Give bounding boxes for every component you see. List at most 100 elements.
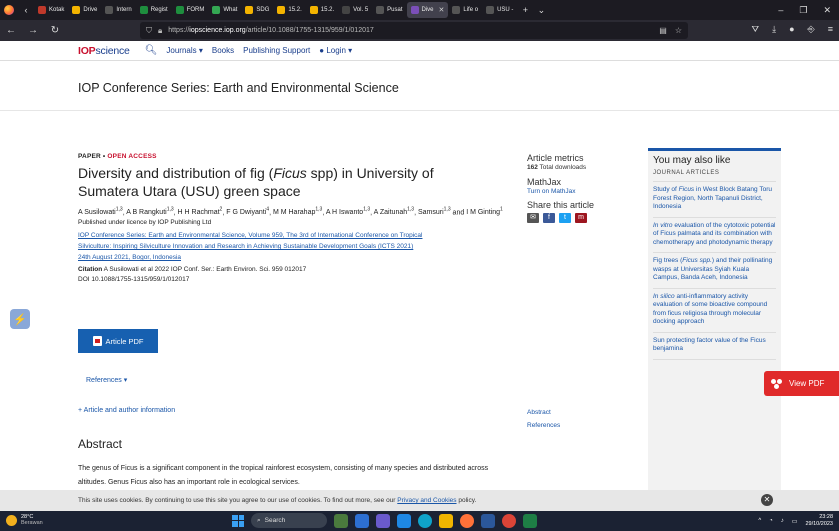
iopscience-logo[interactable]: IOPscience bbox=[78, 45, 130, 57]
minimize-icon[interactable]: – bbox=[778, 5, 783, 16]
bookmark-tool-icon[interactable]: ⚡ bbox=[10, 309, 30, 329]
tab-favicon-icon bbox=[38, 6, 46, 14]
facebook-icon[interactable]: f bbox=[543, 213, 555, 223]
nav-publishing-support[interactable]: Publishing Support bbox=[243, 46, 310, 55]
excel-icon[interactable] bbox=[523, 513, 537, 528]
chrome-icon[interactable] bbox=[502, 513, 516, 528]
article-info-toggle[interactable]: + Article and author information bbox=[78, 407, 175, 414]
pdf-icon bbox=[92, 336, 102, 346]
task-view-icon[interactable] bbox=[355, 513, 369, 528]
browser-tab[interactable]: What bbox=[208, 0, 241, 20]
author-name[interactable]: A Susilowati1,3 bbox=[78, 207, 123, 216]
cookie-close-icon[interactable]: ✕ bbox=[761, 494, 773, 506]
browser-tab[interactable]: 15.2. bbox=[306, 0, 338, 20]
store-icon[interactable] bbox=[397, 513, 411, 528]
new-tab-icon[interactable]: + bbox=[517, 5, 533, 15]
browser-tab[interactable]: 15.2. bbox=[273, 0, 305, 20]
author-name[interactable]: A H Iswanto1,3 bbox=[326, 207, 370, 216]
nav-books[interactable]: Books bbox=[212, 46, 234, 55]
tab-list-icon[interactable]: ‹ bbox=[18, 5, 34, 15]
cookie-text: This site uses cookies. By continuing to… bbox=[78, 497, 477, 504]
download-icon[interactable]: ⤓ bbox=[772, 24, 776, 35]
firefox-taskbar-icon[interactable] bbox=[460, 513, 474, 528]
extensions-icon[interactable]: ⎆ bbox=[808, 24, 815, 35]
pocket-icon[interactable]: ⛛ bbox=[752, 24, 760, 35]
back-icon[interactable]: ← bbox=[0, 25, 22, 36]
clock[interactable]: 23:28 29/10/2023 bbox=[805, 514, 833, 528]
nav-journals[interactable]: Journals ▾ bbox=[166, 46, 202, 55]
nav-login[interactable]: ● Login ▾ bbox=[319, 46, 352, 55]
related-article-link[interactable]: Study of Ficus in West Block Batang Toru… bbox=[653, 182, 776, 218]
author-name[interactable]: A B Rangkuti1,3 bbox=[126, 207, 173, 216]
related-article-link[interactable]: Sun protecting factor value of the Ficus… bbox=[653, 333, 776, 360]
menu-icon[interactable]: ≡ bbox=[828, 24, 833, 35]
volume-icon[interactable]: ♪ bbox=[781, 518, 784, 524]
reload-icon[interactable]: ↻ bbox=[44, 25, 66, 36]
view-pdf-button[interactable]: View PDF bbox=[764, 371, 839, 396]
related-article-link[interactable]: In vitro evaluation of the cytotoxic pot… bbox=[653, 218, 776, 253]
author-name[interactable]: I M Ginting1 bbox=[466, 207, 503, 216]
mathjax-link[interactable]: Turn on MathJax bbox=[527, 188, 642, 195]
author-name[interactable]: M M Harahap1,3 bbox=[273, 207, 322, 216]
file-explorer-icon[interactable] bbox=[439, 513, 453, 528]
browser-tab[interactable]: Regist bbox=[136, 0, 172, 20]
widget-app-icon[interactable] bbox=[334, 513, 348, 528]
browser-tab[interactable]: Vol. 5 bbox=[338, 0, 372, 20]
bookmark-star-icon[interactable]: ☆ bbox=[675, 26, 682, 35]
search-icon[interactable]: 🔍︎ bbox=[145, 45, 158, 56]
privacy-link[interactable]: Privacy and Cookies bbox=[397, 497, 456, 504]
browser-tab[interactable]: Life o bbox=[448, 0, 482, 20]
browser-tab[interactable]: Pusat bbox=[372, 0, 406, 20]
browser-tab[interactable]: FORM bbox=[172, 0, 209, 20]
browser-tab[interactable]: USU - bbox=[482, 0, 517, 20]
battery-icon[interactable]: ▭ bbox=[792, 518, 798, 525]
teams-icon[interactable] bbox=[376, 513, 390, 528]
browser-tab[interactable]: Intern bbox=[101, 0, 135, 20]
word-icon[interactable] bbox=[481, 513, 495, 528]
account-icon[interactable]: ● bbox=[789, 24, 794, 35]
forward-icon[interactable]: → bbox=[22, 25, 44, 36]
abstract-heading: Abstract bbox=[78, 437, 123, 451]
source-link[interactable]: IOP Conference Series: Earth and Environ… bbox=[78, 230, 518, 263]
author-name[interactable]: F G Dwiyanti4 bbox=[226, 207, 269, 216]
weather-icon bbox=[6, 514, 17, 526]
email-icon[interactable]: ✉ bbox=[527, 213, 539, 223]
references-toggle[interactable]: References ▾ bbox=[86, 376, 127, 384]
references-link[interactable]: References bbox=[527, 419, 560, 432]
author-name[interactable]: H H Rachmat2 bbox=[178, 207, 223, 216]
browser-tab[interactable]: Kotak bbox=[34, 0, 68, 20]
article-pdf-button[interactable]: Article PDF bbox=[78, 329, 158, 353]
downloads: 162 Total downloads bbox=[527, 164, 587, 171]
browser-tab[interactable]: Drive bbox=[68, 0, 101, 20]
url-text: https://iopscience.iop.org/article/10.10… bbox=[168, 27, 374, 34]
close-tab-icon[interactable]: ✕ bbox=[439, 6, 445, 14]
weather-widget[interactable]: 28°C Berawan bbox=[6, 514, 43, 526]
related-article-link[interactable]: In silico anti-inflammatory activity eva… bbox=[653, 289, 776, 333]
shield-icon[interactable]: ⛉ bbox=[146, 26, 152, 36]
related-article-link[interactable]: Fig trees (Ficus spp.) and their pollina… bbox=[653, 253, 776, 289]
browser-tab[interactable]: SDG bbox=[241, 0, 273, 20]
windows-start-icon[interactable] bbox=[232, 514, 244, 527]
edge-icon[interactable] bbox=[418, 513, 432, 528]
abstract-link[interactable]: Abstract bbox=[527, 406, 560, 419]
chevron-up-icon[interactable]: ^ bbox=[758, 518, 761, 524]
taskbar-search[interactable]: ⌕ Search bbox=[251, 513, 327, 528]
wifi-icon[interactable]: ◔ bbox=[769, 518, 773, 524]
maximize-icon[interactable]: ❐ bbox=[799, 5, 807, 16]
list-all-tabs-icon[interactable]: ⌄ bbox=[533, 5, 549, 16]
url-bar[interactable]: ⛉ 🔒︎ https://iopscience.iop.org/article/… bbox=[140, 22, 688, 39]
mendeley-icon[interactable]: m bbox=[575, 213, 587, 223]
author-name[interactable]: Samsuri1,3 bbox=[418, 207, 451, 216]
journal-title[interactable]: IOP Conference Series: Earth and Environ… bbox=[78, 81, 399, 95]
tab-label: SDG bbox=[256, 7, 270, 13]
author-list: A Susilowati1,3, A B Rangkuti1,3, H H Ra… bbox=[78, 207, 503, 217]
firefox-icon[interactable] bbox=[0, 0, 18, 20]
browser-tab[interactable]: Dive ✕ bbox=[406, 2, 449, 18]
lock-icon[interactable]: 🔒︎ bbox=[158, 26, 162, 36]
author-name[interactable]: A Zaitunah1,3 bbox=[374, 207, 414, 216]
reader-view-icon[interactable]: ▤ bbox=[659, 26, 667, 35]
twitter-icon[interactable]: t bbox=[559, 213, 571, 223]
close-window-icon[interactable]: ✕ bbox=[823, 5, 831, 16]
tab-favicon-icon bbox=[486, 6, 495, 14]
related-subheading: JOURNAL ARTICLES bbox=[653, 170, 776, 182]
